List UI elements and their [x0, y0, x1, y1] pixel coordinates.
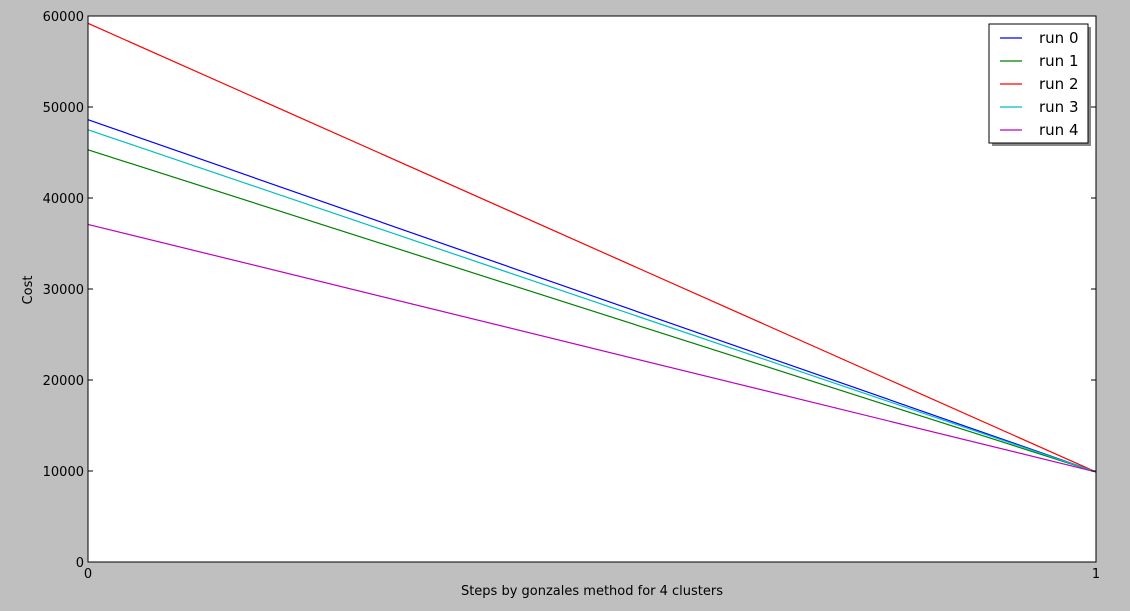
y-tick-label-4: 40000 [43, 192, 84, 207]
y-tick-label-0: 0 [76, 556, 84, 571]
x-axis-label: Steps by gonzales method for 4 clusters [461, 584, 723, 599]
legend-label-1: run 1 [1039, 52, 1079, 70]
y-tick-label-6: 60000 [43, 10, 84, 25]
legend-label-2: run 2 [1039, 75, 1079, 93]
legend-label-0: run 0 [1039, 29, 1079, 47]
y-tick-label-3: 30000 [43, 283, 84, 298]
y-axis-label: Cost [21, 276, 36, 305]
chart-figure: 0 10000 20000 30000 40000 50000 60000 0 1 Steps … [0, 0, 1130, 607]
y-tick-label-2: 20000 [43, 374, 84, 389]
legend: run 0 run 1 run 2 run 3 run 4 [988, 23, 1091, 146]
legend-label-3: run 3 [1039, 98, 1079, 116]
x-tick-label-0: 0 [84, 567, 92, 582]
line-chart: 0 10000 20000 30000 40000 50000 60000 0 1 Steps … [21, 10, 1100, 599]
plot-background [88, 16, 1096, 562]
legend-label-4: run 4 [1039, 121, 1079, 139]
y-tick-label-5: 50000 [43, 101, 84, 116]
x-tick-label-1: 1 [1092, 567, 1100, 582]
y-tick-label-1: 10000 [43, 465, 84, 480]
